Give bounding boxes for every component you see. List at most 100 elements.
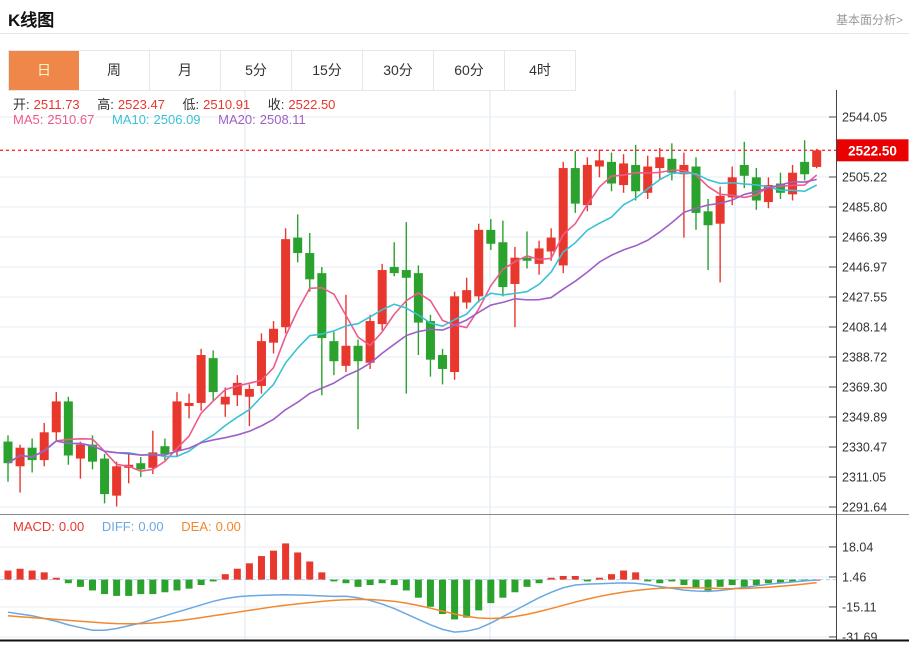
candle[interactable] <box>76 445 85 459</box>
candle[interactable] <box>595 160 604 166</box>
candle[interactable] <box>716 196 725 224</box>
tab-day[interactable]: 日 <box>9 51 79 90</box>
ma10-value: 2506.09 <box>154 112 201 127</box>
macd-bar <box>536 580 543 584</box>
candle[interactable] <box>426 321 435 360</box>
candle[interactable] <box>52 401 61 432</box>
tab-5min[interactable]: 5分 <box>221 51 292 90</box>
candle[interactable] <box>160 446 169 454</box>
y-axis-label: 2544.05 <box>842 111 887 125</box>
macd-bar <box>17 569 24 580</box>
candle[interactable] <box>136 463 145 469</box>
tab-4hour[interactable]: 4时 <box>505 51 575 90</box>
candle[interactable] <box>245 389 254 397</box>
macd-bar <box>306 562 313 580</box>
macd-bar <box>270 551 277 580</box>
macd-bar <box>101 580 108 594</box>
y-axis-label: 2446.97 <box>842 261 887 275</box>
candle[interactable] <box>293 238 302 253</box>
candle[interactable] <box>631 165 640 191</box>
candle[interactable] <box>462 290 471 302</box>
ma20-value: 2508.11 <box>260 112 306 127</box>
candle[interactable] <box>812 150 821 167</box>
candle[interactable] <box>185 403 194 406</box>
macd-bar <box>680 580 687 585</box>
macd-bar <box>717 580 724 587</box>
candle[interactable] <box>740 165 749 176</box>
candle[interactable] <box>474 230 483 296</box>
candle[interactable] <box>535 248 544 263</box>
candle[interactable] <box>378 270 387 324</box>
tab-15min[interactable]: 15分 <box>292 51 363 90</box>
candle[interactable] <box>281 239 290 327</box>
candle[interactable] <box>402 270 411 278</box>
fundamental-analysis-link[interactable]: 基本面分析> <box>836 11 903 28</box>
candle[interactable] <box>450 296 459 372</box>
macd-bar <box>222 574 229 579</box>
macd-bar <box>741 580 748 587</box>
candle[interactable] <box>221 397 230 405</box>
macd-bar <box>258 556 265 580</box>
ma10-label: MA10: <box>112 112 150 127</box>
candle[interactable] <box>317 273 326 338</box>
ma5-value: 2510.67 <box>47 112 94 127</box>
macd-bar <box>161 580 168 593</box>
candle[interactable] <box>752 177 761 200</box>
macd-bar <box>668 580 675 582</box>
kline-chart[interactable]: 2544.052505.222485.802466.392446.972427.… <box>0 90 909 652</box>
y-axis-label: 2485.80 <box>842 201 887 215</box>
macd-bar <box>596 578 603 580</box>
diff-value: 0.00 <box>138 519 163 534</box>
y-axis-label: 2330.47 <box>842 441 887 455</box>
tab-30min[interactable]: 30分 <box>363 51 434 90</box>
candle[interactable] <box>547 238 556 252</box>
candle[interactable] <box>197 355 206 403</box>
candle[interactable] <box>498 242 507 287</box>
candle[interactable] <box>28 448 37 460</box>
candle[interactable] <box>559 168 568 265</box>
macd-bar <box>113 580 120 596</box>
tab-60min[interactable]: 60分 <box>434 51 505 90</box>
candle[interactable] <box>305 253 314 279</box>
macd-bar <box>77 580 84 587</box>
candle[interactable] <box>607 162 616 184</box>
dea-label: DEA: <box>181 519 211 534</box>
candle[interactable] <box>209 358 218 392</box>
candle[interactable] <box>112 466 121 495</box>
candle[interactable] <box>4 442 13 464</box>
candle[interactable] <box>486 230 495 244</box>
candle[interactable] <box>100 459 109 495</box>
macd-bar <box>355 580 362 587</box>
candle[interactable] <box>64 401 73 455</box>
candle[interactable] <box>329 341 338 361</box>
candle[interactable] <box>341 346 350 366</box>
page-title: K线图 <box>8 6 54 31</box>
candle[interactable] <box>655 157 664 168</box>
candle[interactable] <box>390 267 399 273</box>
candle[interactable] <box>354 346 363 361</box>
high-label: 高: <box>97 97 114 112</box>
candle[interactable] <box>40 432 49 460</box>
macd-bar <box>572 576 579 580</box>
candle[interactable] <box>571 168 580 204</box>
candle[interactable] <box>800 162 809 174</box>
candle[interactable] <box>704 211 713 225</box>
macd-bar <box>511 580 518 593</box>
macd-bar <box>656 580 663 584</box>
macd-bar <box>379 580 386 584</box>
low-value: 2510.91 <box>203 97 250 112</box>
tab-week[interactable]: 周 <box>79 51 150 90</box>
tab-month[interactable]: 月 <box>150 51 221 90</box>
candle[interactable] <box>438 355 447 369</box>
candle[interactable] <box>172 401 181 450</box>
candle[interactable] <box>269 329 278 343</box>
timeframe-tabs: 日 周 月 5分 15分 30分 60分 4时 <box>8 50 576 91</box>
high-value: 2523.47 <box>118 97 165 112</box>
macd-bar <box>246 563 253 579</box>
macd-label: MACD: <box>13 519 55 534</box>
macd-axis-label: 18.04 <box>842 540 873 554</box>
macd-bar <box>632 572 639 579</box>
macd-bar <box>41 572 48 579</box>
macd-value: 0.00 <box>59 519 84 534</box>
macd-axis-label: -31.69 <box>842 630 877 644</box>
